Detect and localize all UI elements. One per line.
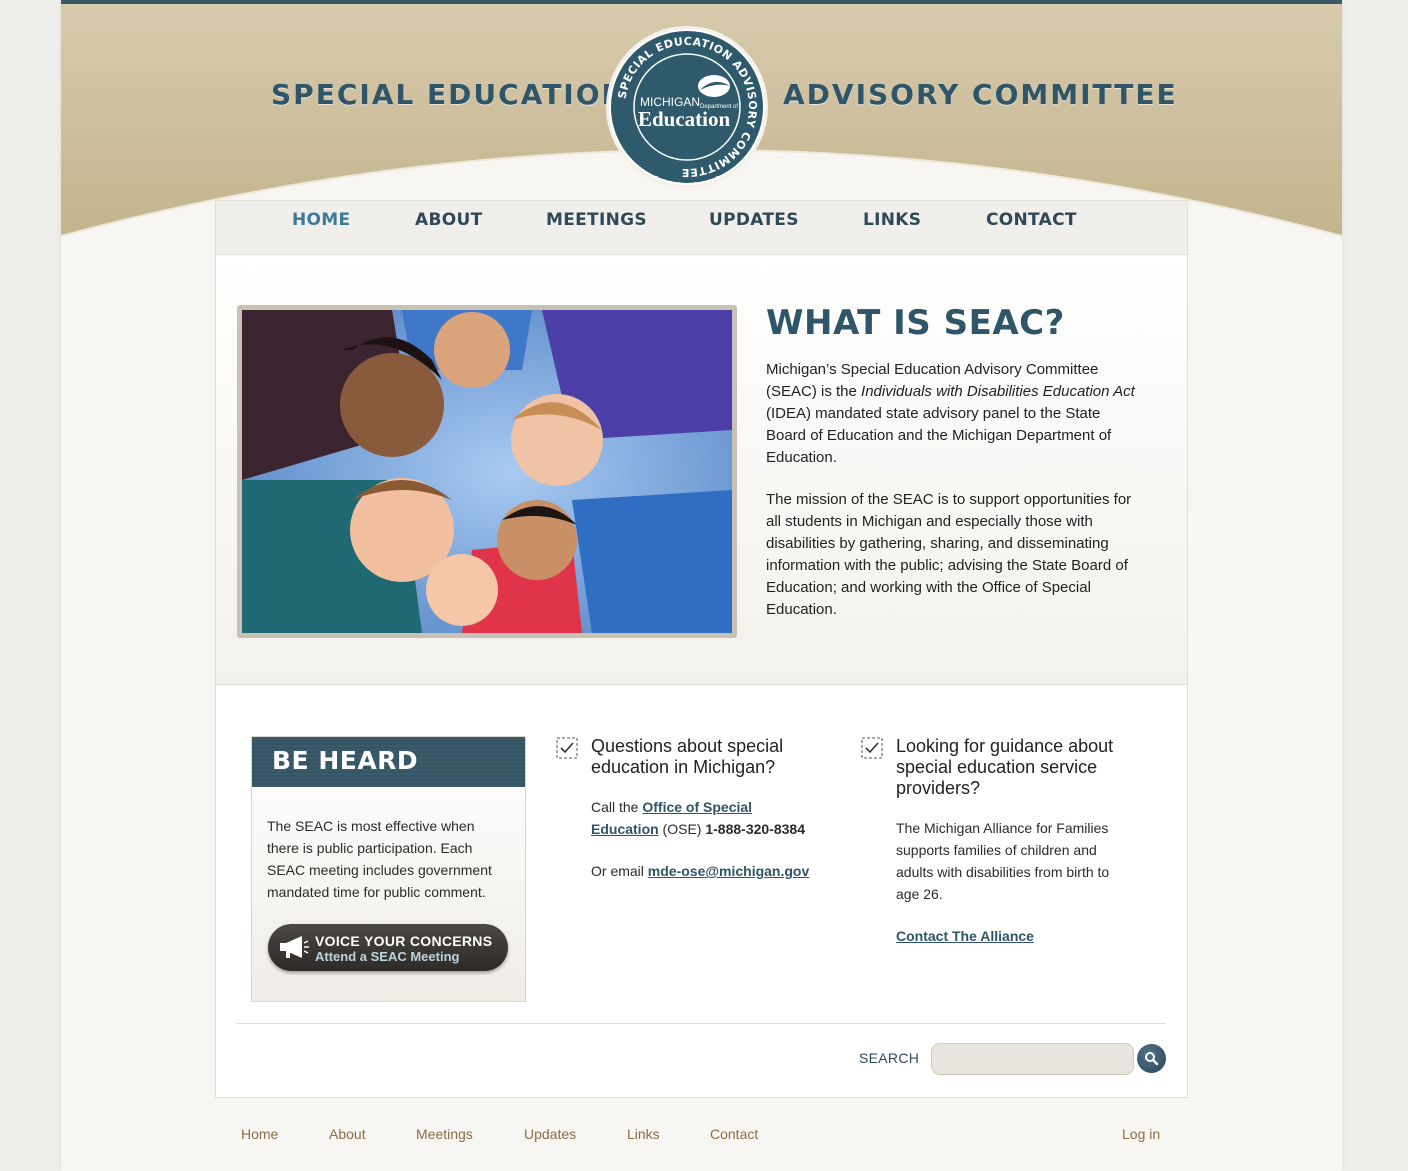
- hero-title: WHAT IS SEAC?: [766, 303, 1065, 343]
- main-content: HOME ABOUT MEETINGS UPDATES LINKS CONTAC…: [215, 200, 1188, 1098]
- footer-contact[interactable]: Contact: [710, 1126, 758, 1142]
- footer-links[interactable]: Links: [627, 1126, 660, 1142]
- email-link[interactable]: mde-ose@michigan.gov: [648, 863, 809, 879]
- guidance-column: Looking for guidance about special educa…: [861, 736, 1121, 967]
- nav-updates[interactable]: UPDATES: [709, 210, 799, 230]
- footer-about[interactable]: About: [329, 1126, 366, 1142]
- seal-line3: Education: [638, 107, 731, 131]
- footer-meetings[interactable]: Meetings: [416, 1126, 473, 1142]
- nav-home[interactable]: HOME: [292, 210, 350, 230]
- checkbox-icon: [861, 737, 883, 759]
- hero-section: WHAT IS SEAC? Michigan’s Special Educati…: [216, 255, 1187, 685]
- voice-concerns-button[interactable]: VOICE YOUR CONCERNS Attend a SEAC Meetin…: [268, 924, 508, 971]
- questions-email: Or email mde-ose@michigan.gov: [591, 863, 810, 879]
- site-title-right: ADVISORY COMMITTEE: [783, 78, 1178, 111]
- checkbox-icon: [556, 737, 578, 759]
- page: SPECIAL EDUCATION ADVISORY COMMITTEE SPE…: [61, 0, 1342, 1171]
- footer-updates[interactable]: Updates: [524, 1126, 576, 1142]
- questions-call: Call the Office of Special Education (OS…: [591, 799, 805, 837]
- questions-heading: Questions about special education in Mic…: [591, 736, 784, 777]
- hero-paragraph-1: Michigan’s Special Education Advisory Co…: [766, 361, 1135, 466]
- divider: [236, 1023, 1166, 1024]
- phone-number: 1-888-320-8384: [705, 821, 805, 837]
- guidance-text: The Michigan Alliance for Families suppo…: [896, 820, 1110, 902]
- search-label: SEARCH: [859, 1050, 920, 1066]
- main-nav: HOME ABOUT MEETINGS UPDATES LINKS CONTAC…: [216, 201, 1187, 255]
- hero-paragraph-2: The mission of the SEAC is to support op…: [766, 491, 1132, 618]
- megaphone-icon: [280, 936, 309, 958]
- voice-button-line2: Attend a SEAC Meeting: [315, 949, 460, 964]
- mde-seal-logo[interactable]: SPECIAL EDUCATION ADVISORY COMMITTEE MIC…: [604, 24, 770, 190]
- footer-home[interactable]: Home: [241, 1126, 278, 1142]
- nav-meetings[interactable]: MEETINGS: [546, 210, 647, 230]
- children-photo: [237, 305, 737, 638]
- be-heard-box: BE HEARD The SEAC is most effective when…: [251, 736, 526, 1002]
- be-heard-title: BE HEARD: [252, 737, 525, 787]
- footer-login[interactable]: Log in: [1122, 1126, 1160, 1142]
- site-title-left: SPECIAL EDUCATION: [271, 78, 627, 111]
- be-heard-text: The SEAC is most effective when there is…: [267, 818, 492, 900]
- nav-links[interactable]: LINKS: [863, 210, 921, 230]
- voice-button-line1: VOICE YOUR CONCERNS: [315, 933, 493, 949]
- search-button[interactable]: [1137, 1044, 1166, 1073]
- guidance-heading: Looking for guidance about special educa…: [896, 736, 1114, 798]
- search-icon: [1145, 1052, 1159, 1066]
- nav-contact[interactable]: CONTACT: [986, 210, 1077, 230]
- nav-about[interactable]: ABOUT: [415, 210, 482, 230]
- search-input[interactable]: [931, 1043, 1134, 1075]
- contact-alliance-link[interactable]: Contact The Alliance: [896, 928, 1034, 944]
- questions-column: Questions about special education in Mic…: [556, 736, 816, 902]
- hero-text: Michigan’s Special Education Advisory Co…: [766, 359, 1136, 641]
